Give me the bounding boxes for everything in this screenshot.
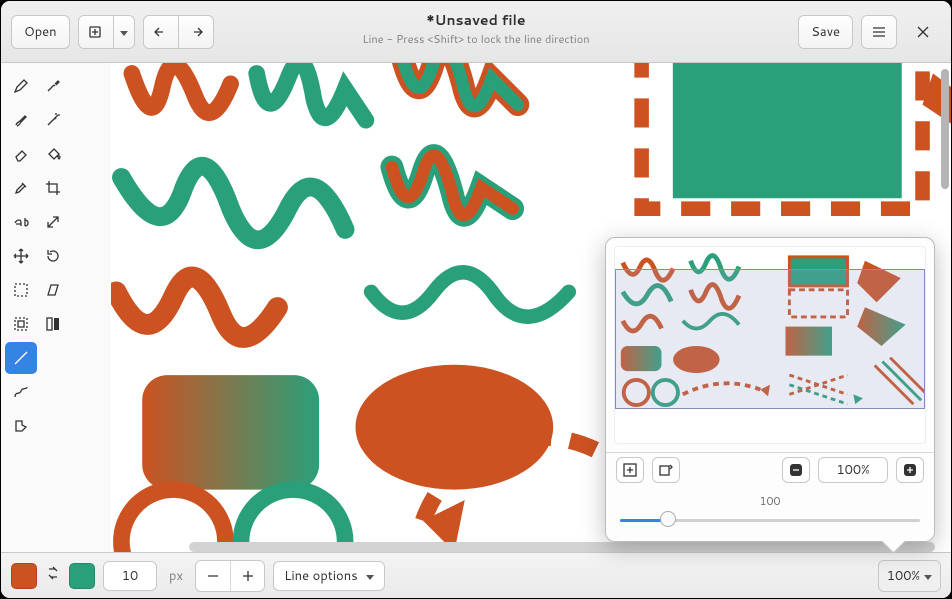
tool-curve[interactable] [5, 376, 37, 408]
chevron-down-icon [924, 567, 932, 585]
zoom-in-icon [902, 462, 918, 478]
chevron-down-icon [366, 567, 374, 585]
zoom-original-icon [658, 462, 674, 478]
tool-picker[interactable] [37, 70, 69, 102]
free-select-icon [13, 316, 29, 332]
navigator-popover: 100% 100 [605, 237, 935, 542]
navigator-preview[interactable] [614, 246, 926, 444]
text-icon [13, 214, 29, 230]
tool-pencil[interactable] [5, 70, 37, 102]
app-window: Open [0, 0, 952, 599]
rotate-icon [45, 248, 61, 264]
toolbox [1, 63, 73, 552]
tool-rotate[interactable] [37, 240, 69, 272]
new-tab-icon [88, 24, 104, 40]
shape-icon [13, 418, 29, 434]
options-bar: 10 px Line options 100% [1, 552, 951, 598]
swap-colors-icon [45, 565, 61, 581]
secondary-color-swatch[interactable] [69, 563, 95, 589]
zoom-indicator-button[interactable]: 100% [878, 560, 941, 592]
new-tab-chevron[interactable] [113, 15, 135, 49]
vertical-scrollbar[interactable] [941, 69, 949, 189]
titlebar-left: Open [11, 15, 214, 49]
slider-value-label: 100 [620, 493, 920, 509]
zoom-original-button[interactable] [652, 457, 680, 483]
redo-button[interactable] [178, 15, 214, 49]
tool-eraser[interactable] [5, 138, 37, 170]
width-stepper [195, 560, 265, 592]
deform-icon [45, 282, 61, 298]
picker-icon [45, 78, 61, 94]
primary-menu-button[interactable] [861, 15, 897, 49]
bucket-icon [45, 146, 61, 162]
line-options-label: Line options [284, 567, 358, 585]
undo-redo-group [143, 15, 214, 49]
line-icon [13, 350, 29, 366]
close-icon [915, 24, 931, 40]
tool-wand[interactable] [37, 104, 69, 136]
new-file-group [78, 15, 135, 49]
zoom-in-button[interactable] [896, 457, 924, 483]
tool-skew[interactable] [37, 274, 69, 306]
resize-icon [45, 214, 61, 230]
line-width-field[interactable]: 10 [103, 561, 157, 591]
eraser-icon [13, 146, 29, 162]
redo-icon [188, 24, 204, 40]
primary-color-swatch[interactable] [11, 563, 37, 589]
titlebar: Open [1, 1, 951, 63]
save-button[interactable]: Save [798, 15, 853, 49]
tool-free-select[interactable] [5, 308, 37, 340]
minus-icon [205, 568, 221, 584]
crop-icon [45, 180, 61, 196]
width-decrease-button[interactable] [196, 561, 230, 591]
window-close-button[interactable] [905, 15, 941, 49]
plus-icon [240, 568, 256, 584]
zoom-fit-icon [622, 462, 638, 478]
tool-empty-3 [37, 410, 69, 442]
highlighter-icon [13, 180, 29, 196]
tool-bucket[interactable] [37, 138, 69, 170]
titlebar-right: Save [798, 15, 941, 49]
tool-crop[interactable] [37, 172, 69, 204]
line-options-dropdown[interactable]: Line options [273, 561, 385, 591]
tool-highlighter[interactable] [5, 172, 37, 204]
horizontal-scrollbar[interactable] [189, 542, 935, 552]
rect-select-icon [13, 282, 29, 298]
hamburger-icon [871, 24, 887, 40]
zoom-indicator-label: 100% [887, 567, 920, 585]
new-tab-button[interactable] [78, 15, 114, 49]
tool-text[interactable] [5, 206, 37, 238]
open-button[interactable]: Open [11, 15, 70, 49]
tool-brush[interactable] [5, 104, 37, 136]
tool-rect-select[interactable] [5, 274, 37, 306]
swap-colors-button[interactable] [45, 565, 61, 586]
brush-icon [13, 112, 29, 128]
navigator-slider-row: 100 [606, 487, 934, 541]
navigator-zoom-field[interactable]: 100% [818, 457, 888, 483]
tool-empty-2 [37, 376, 69, 408]
chevron-down-icon [120, 23, 128, 41]
zoom-out-button[interactable] [782, 457, 810, 483]
pencil-icon [13, 78, 29, 94]
width-increase-button[interactable] [230, 561, 264, 591]
undo-icon [153, 24, 169, 40]
tool-filters[interactable] [37, 308, 69, 340]
filters-icon [45, 316, 61, 332]
tool-empty-1 [37, 342, 69, 374]
wand-icon [45, 112, 61, 128]
curve-icon [13, 384, 29, 400]
slider-thumb[interactable] [660, 511, 676, 527]
navigator-controls-row: 100% [606, 452, 934, 487]
tool-scale[interactable] [37, 206, 69, 238]
undo-button[interactable] [143, 15, 179, 49]
zoom-fit-button[interactable] [616, 457, 644, 483]
navigator-viewport-rectangle[interactable] [615, 269, 925, 409]
tool-move[interactable] [5, 240, 37, 272]
unit-label: px [165, 567, 187, 585]
tool-line[interactable] [5, 342, 37, 374]
tool-shape[interactable] [5, 410, 37, 442]
move-icon [13, 248, 29, 264]
zoom-out-icon [788, 462, 804, 478]
zoom-slider[interactable] [620, 511, 920, 529]
